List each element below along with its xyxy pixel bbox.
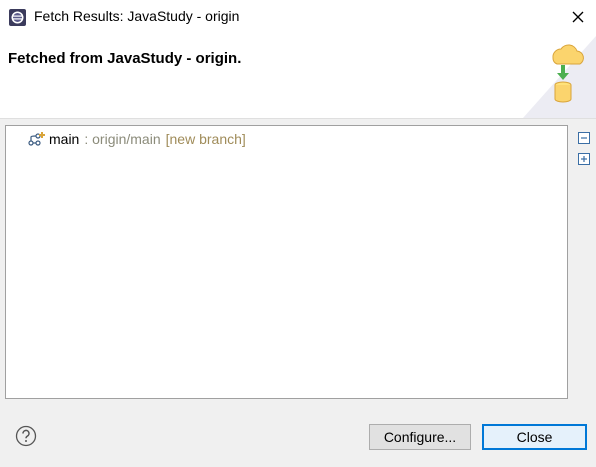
local-ref: main — [49, 131, 80, 147]
close-button[interactable]: Close — [482, 424, 587, 450]
remote-ref: : origin/main — [84, 131, 161, 147]
fetch-results-tree[interactable]: main : origin/main [new branch] — [5, 125, 568, 399]
eclipse-icon — [9, 9, 26, 26]
wizard-header: Fetched from JavaStudy - origin. — [0, 34, 596, 119]
fetch-wizard-icon — [523, 36, 596, 118]
window-title: Fetch Results: JavaStudy - origin — [34, 8, 240, 24]
update-mode: [new branch] — [165, 131, 246, 147]
close-icon[interactable] — [566, 5, 590, 29]
tree-item[interactable]: main : origin/main [new branch] — [28, 130, 246, 148]
header-title: Fetched from JavaStudy - origin. — [8, 50, 242, 67]
new-branch-icon — [28, 132, 45, 146]
configure-button[interactable]: Configure... — [369, 424, 471, 450]
help-icon[interactable] — [15, 425, 37, 447]
collapse-all-icon[interactable] — [578, 132, 590, 144]
expand-all-icon[interactable] — [578, 153, 590, 165]
title-bar: Fetch Results: JavaStudy - origin — [0, 0, 596, 34]
